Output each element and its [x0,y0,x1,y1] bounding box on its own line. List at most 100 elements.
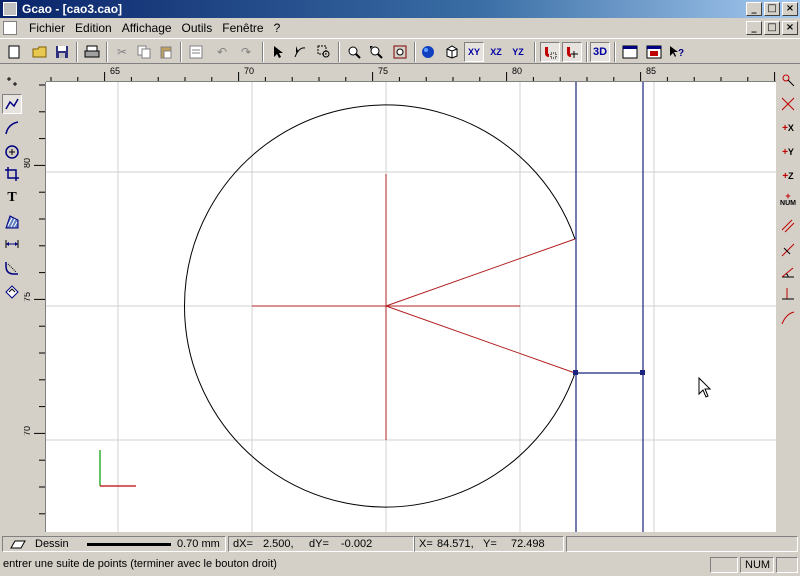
menu-fichier[interactable]: Fichier [24,18,70,38]
dimension-tool[interactable] [2,234,22,254]
doc-close-button[interactable]: × [782,21,798,35]
fillet-tool[interactable] [2,258,22,278]
cut-button[interactable]: ✂ [112,42,132,62]
drawing-surface [46,82,776,532]
drawing-canvas[interactable] [46,82,776,532]
zoom-fit-button[interactable] [366,42,386,62]
vruler-label-75: 75 [24,291,33,303]
view-xz-button[interactable]: XZ [486,42,506,62]
menu-affichage[interactable]: Affichage [117,18,177,38]
coord-y-label: Y [787,147,794,157]
edit-curve-button[interactable] [290,42,310,62]
hruler-label-85: 85 [646,66,657,76]
view-xy-button[interactable]: XY [464,42,484,62]
left-toolbar: T [0,66,24,532]
lower-radius-line [385,305,576,374]
vruler-label-80: 80 [24,157,33,169]
doc-minimize-button[interactable]: _ [746,21,762,35]
doc-restore-button[interactable]: □ [764,21,780,35]
snap-point-button[interactable] [562,42,582,62]
save-button[interactable] [52,42,72,62]
tangent-icon [781,311,795,325]
right-toolbar: + X + Y + Z + NUM [776,66,800,532]
polyline-icon [5,98,19,110]
coord-x-label: X [787,123,794,133]
status-bar-bottom: entrer une suite de points (terminer ave… [0,554,800,576]
snap-grid-button[interactable] [540,42,560,62]
coord-x-tool[interactable]: + X [778,118,798,138]
parallel-tool[interactable] [778,216,798,236]
menu-outils[interactable]: Outils [177,18,218,38]
text-tool[interactable]: T [2,188,22,208]
menu-edition[interactable]: Edition [70,18,117,38]
save-icon [56,46,68,58]
status-empty-panel [566,536,798,552]
redo-button[interactable]: ↷ [236,42,256,62]
curve-tool[interactable] [2,118,22,138]
scroll-indicator [776,557,798,573]
frame-3d-button[interactable] [644,42,664,62]
arrow-cursor-icon [274,46,283,58]
print-button[interactable] [82,42,102,62]
paste-button[interactable] [156,42,176,62]
construction-lines [575,82,644,532]
coord-z-tool[interactable]: + Z [778,166,798,186]
select-button[interactable] [268,42,288,62]
dy-value: -0.002 [341,538,373,550]
hatch-tool[interactable] [2,212,22,232]
layer-panel[interactable]: Dessin 0.70 mm [2,536,226,552]
solid-icon [5,285,19,299]
circle-tool[interactable] [2,142,22,162]
new-file-button[interactable] [4,42,24,62]
vertical-tool[interactable] [778,284,798,304]
point-tool[interactable] [2,72,22,92]
hruler-label-70: 70 [244,66,255,76]
frame-button[interactable] [620,42,640,62]
numeric-input-tool[interactable]: + NUM [778,190,798,210]
polyline-tool[interactable] [2,94,22,114]
coord-x-label: X= [419,538,433,550]
zoom-extents-button[interactable] [390,42,410,62]
view-yz-button[interactable]: YZ [508,42,528,62]
perpendicular-icon [781,243,795,257]
document-icon[interactable] [3,21,17,35]
window-title: Gcao - [cao3.cao] [22,2,123,16]
printer-icon [84,45,100,58]
crop-icon [5,167,19,181]
scissors-icon: ✂ [116,45,128,59]
perpendicular-tool[interactable] [778,240,798,260]
globe-icon [422,46,434,58]
new-file-icon [8,45,20,59]
view-3d-button[interactable]: 3D [590,42,610,62]
menu-fenetre[interactable]: Fenêtre [217,18,268,38]
snap-center-tool[interactable] [778,70,798,90]
solid-tool[interactable] [2,282,22,302]
context-help-button[interactable]: ? [666,42,686,62]
copy-button[interactable] [134,42,154,62]
properties-button[interactable] [186,42,206,62]
minimize-button[interactable]: _ [746,2,762,16]
snap-intersection-tool[interactable] [778,94,798,114]
angle-tool[interactable] [778,262,798,282]
line-width-sample [87,543,171,546]
hruler-label-80: 80 [512,66,523,76]
zoom-button[interactable] [344,42,364,62]
close-button[interactable]: × [782,2,798,16]
status-bar-top: Dessin 0.70 mm dX= 2.500, dY= -0.002 X= … [0,534,800,554]
render-button[interactable] [418,42,438,62]
tangent-tool[interactable] [778,308,798,328]
coord-panel: X= 84.571, Y= 72.498 [414,536,564,552]
coord-y-tool[interactable]: + Y [778,142,798,162]
title-bar: Gcao - [cao3.cao] _ □ × [0,0,800,18]
cube-view-button[interactable] [442,42,462,62]
app-window: Gcao - [cao3.cao] _ □ × Fichier Edition … [0,0,800,576]
crop-tool[interactable] [2,164,22,184]
dimension-icon [5,240,19,248]
zoom-window-button[interactable] [314,42,334,62]
undo-button[interactable]: ↶ [212,42,232,62]
magnifier-icon [348,46,361,59]
maximize-button[interactable]: □ [764,2,780,16]
menu-help[interactable]: ? [269,18,286,38]
layer-name: Dessin [35,538,69,550]
open-button[interactable] [30,42,50,62]
